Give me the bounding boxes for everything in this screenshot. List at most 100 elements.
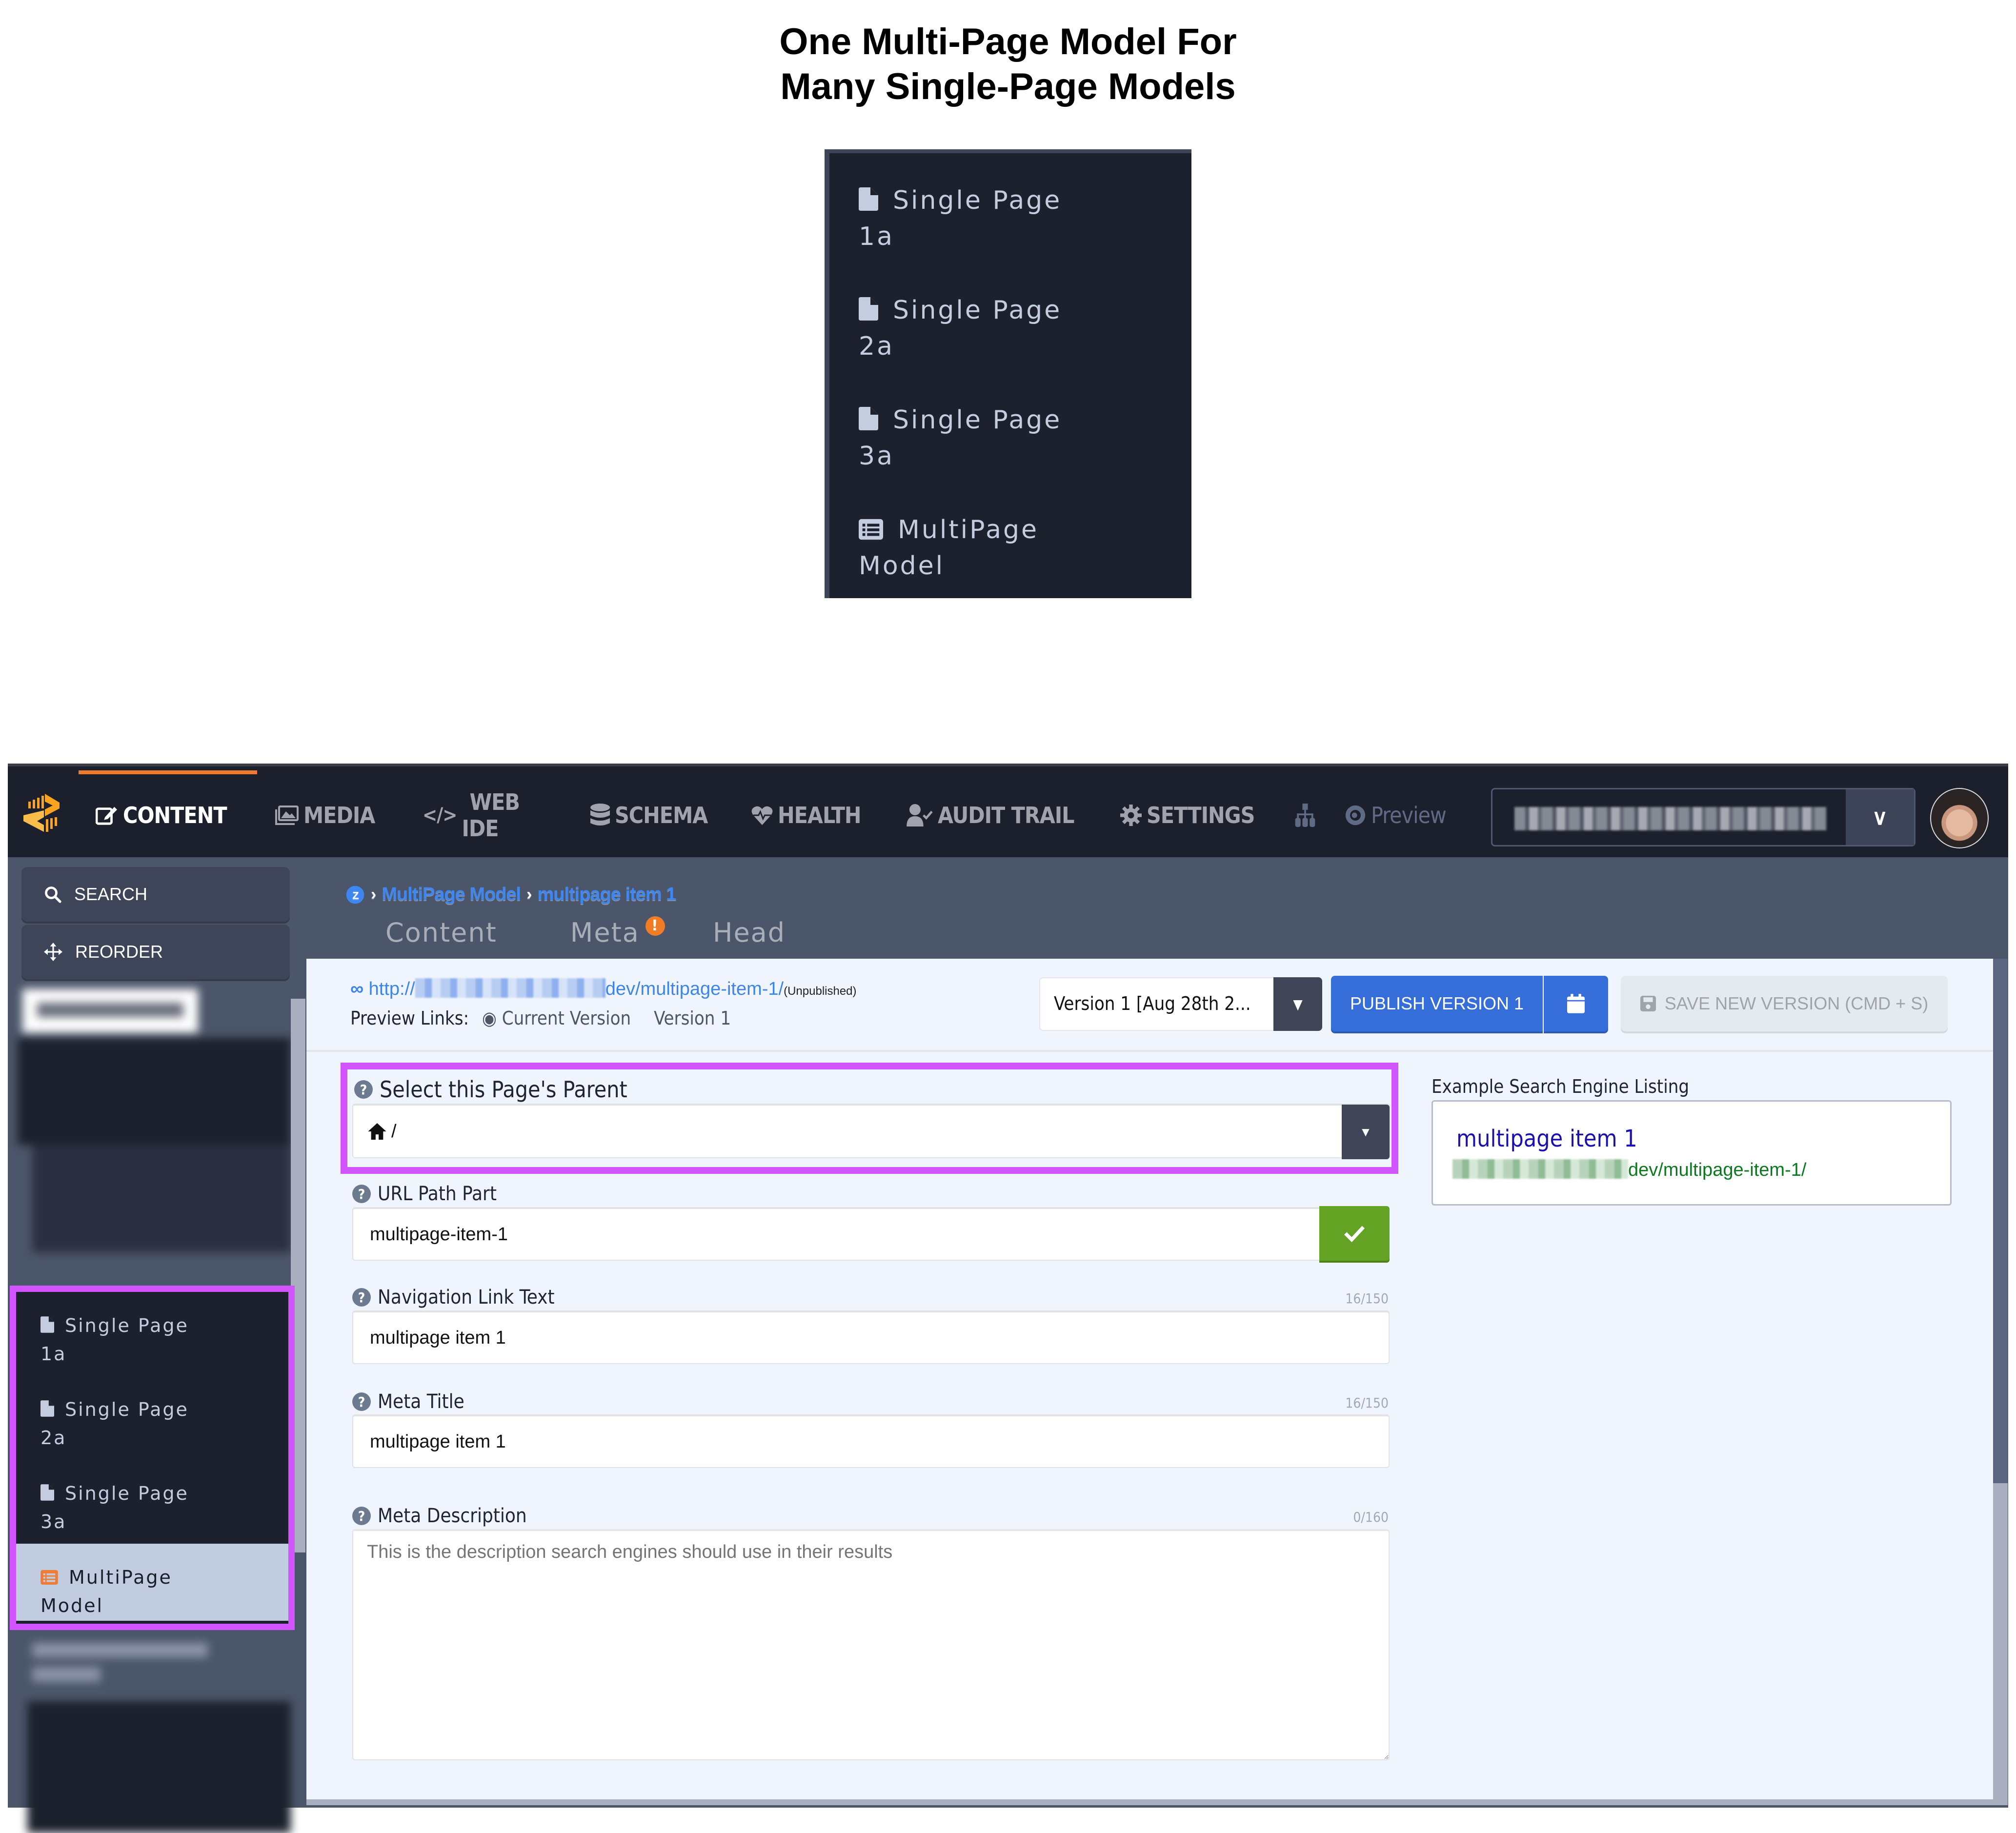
illustration-nav: Single Page 1a Single Page 2a Single Page 3…: [825, 149, 1191, 598]
headline-line-1: One Multi-Page Model For: [779, 21, 1237, 62]
nav-content[interactable]: CONTENT: [96, 796, 227, 835]
nav-sitemap[interactable]: [1294, 796, 1316, 835]
version-select[interactable]: Version 1 [Aug 28th 2... ▼: [1039, 977, 1322, 1031]
eye-icon: [1345, 805, 1366, 826]
seo-preview-title: multipage item 1: [1456, 1125, 1637, 1152]
nav-media[interactable]: MEDIA: [275, 796, 375, 835]
tab-meta[interactable]: Meta!: [570, 916, 665, 948]
nav-item-sublabel: 2a: [40, 1427, 67, 1449]
url-path-field-label: ? URL Path Part: [352, 1183, 497, 1205]
nav-text-field-label: ? Navigation Link Text: [352, 1286, 555, 1309]
meta-description-textarea[interactable]: [352, 1529, 1390, 1760]
breadcrumb: Z › MultiPage Model › multipage item 1: [345, 884, 676, 905]
nav-item-label: Single Page: [65, 1483, 189, 1504]
active-tab-indicator: [79, 770, 257, 774]
preview-links: Preview Links: ◉ Current Version Version…: [350, 1007, 731, 1029]
nav-text-input[interactable]: multipage item 1: [352, 1310, 1390, 1364]
caret-down-icon[interactable]: ▼: [1342, 1105, 1390, 1159]
illustration-item-label: Single Page: [893, 186, 1062, 215]
instance-selector[interactable]: ∨: [1491, 788, 1915, 846]
blurred-nav-section-lower: [18, 1638, 291, 1833]
zesty-home-icon[interactable]: Z: [345, 885, 365, 905]
nav-settings[interactable]: SETTINGS: [1120, 796, 1255, 835]
avatar[interactable]: [1930, 788, 1989, 848]
nav-text-counter: 16/150: [1345, 1290, 1389, 1307]
chevron-down-icon[interactable]: ∨: [1846, 789, 1914, 845]
parent-field-label: ? Select this Page's Parent: [354, 1076, 627, 1103]
seo-url-suffix: dev/multipage-item-1/: [1628, 1160, 1807, 1180]
schedule-publish-button[interactable]: [1544, 976, 1608, 1031]
url-prefix: http://: [368, 979, 415, 999]
zesty-logo-icon[interactable]: [20, 794, 63, 833]
eye-icon: ◉: [482, 1007, 497, 1029]
parent-select[interactable]: / ▼: [352, 1104, 1391, 1159]
meta-description-counter: 0/160: [1353, 1509, 1389, 1525]
file-icon: [40, 1400, 54, 1417]
nav-item-label: Single Page: [65, 1399, 189, 1420]
nav-web-ide[interactable]: </> WEB IDE: [423, 786, 520, 845]
help-icon[interactable]: ?: [352, 1185, 371, 1203]
live-url[interactable]: ∞ http:// dev/multipage-item-1/(Unpublish…: [350, 978, 857, 1000]
reorder-label: REORDER: [75, 942, 163, 962]
nav-item-single-page-1a[interactable]: Single Page 1a: [16, 1292, 288, 1376]
file-icon: [40, 1484, 54, 1501]
url-path-valid-button[interactable]: [1319, 1206, 1390, 1261]
divider: [306, 1050, 1999, 1052]
nav-media-label: MEDIA: [303, 802, 375, 828]
nav-audit-trail-label: AUDIT TRAIL: [938, 802, 1074, 828]
nav-settings-label: SETTINGS: [1147, 802, 1255, 828]
nav-item-single-page-2a[interactable]: Single Page 2a: [16, 1376, 288, 1460]
nav-content-label: CONTENT: [123, 802, 227, 828]
code-icon: </>: [423, 804, 457, 826]
nav-item-single-page-3a[interactable]: Single Page 3a: [16, 1460, 288, 1544]
content-nav-list: Single Page 1a Single Page 2a Single Page 3…: [10, 1286, 295, 1630]
save-icon: [1640, 996, 1656, 1011]
list-icon: [859, 519, 883, 540]
list-icon: [40, 1570, 58, 1585]
nav-item-multipage-model[interactable]: MultiPage Model: [16, 1544, 288, 1621]
save-new-version-button[interactable]: SAVE NEW VERSION (CMD + S): [1621, 976, 1948, 1031]
breadcrumb-item[interactable]: multipage item 1: [537, 884, 676, 905]
help-icon[interactable]: ?: [352, 1288, 371, 1307]
headline-line-2: Many Single-Page Models: [780, 66, 1236, 107]
help-icon[interactable]: ?: [354, 1080, 373, 1099]
breadcrumb-model[interactable]: MultiPage Model: [382, 884, 521, 905]
check-icon: [1344, 1226, 1365, 1243]
instance-name: [1514, 807, 1827, 830]
nav-schema-label: SCHEMA: [615, 802, 708, 828]
nav-schema[interactable]: SCHEMA: [590, 796, 708, 835]
chevron-right-icon: ›: [526, 885, 532, 904]
url-path-input[interactable]: multipage-item-1: [352, 1207, 1321, 1261]
nav-health[interactable]: HEALTH: [751, 796, 862, 835]
tab-content[interactable]: Content: [385, 917, 497, 948]
nav-preview-label: Preview: [1371, 802, 1447, 828]
nav-preview[interactable]: Preview: [1345, 796, 1447, 835]
file-icon: [859, 297, 878, 321]
illustration-item-label: Single Page: [893, 405, 1062, 435]
svg-text:Z: Z: [352, 889, 359, 901]
url-suffix: dev/multipage-item-1/: [605, 979, 784, 999]
blurred-nav-section: [18, 984, 291, 1287]
caret-down-icon[interactable]: ▼: [1273, 977, 1322, 1031]
search-button[interactable]: SEARCH: [21, 867, 290, 922]
nav-audit-trail[interactable]: AUDIT TRAIL: [907, 796, 1074, 835]
illustration-item: Single Page 2a: [829, 263, 1191, 373]
home-icon: [368, 1123, 386, 1140]
tab-head[interactable]: Head: [713, 917, 786, 948]
preview-version-link[interactable]: Version 1: [654, 1007, 731, 1029]
scrollbar-thumb[interactable]: [1993, 1483, 2008, 1805]
main-scrollbar[interactable]: [1993, 959, 2008, 1805]
reorder-button[interactable]: REORDER: [21, 925, 290, 979]
preview-current-version-link[interactable]: ◉ Current Version: [482, 1007, 631, 1029]
file-icon: [859, 407, 878, 430]
sidebar: SEARCH REORDER Single Page 1a Single Page…: [8, 857, 305, 1833]
nav-web-ide-label-1: WEB: [469, 789, 520, 815]
tab-meta-label: Meta: [570, 917, 640, 948]
meta-title-label-text: Meta Title: [378, 1390, 464, 1413]
nav-item-label: Single Page: [65, 1315, 189, 1336]
seo-preview-card: multipage item 1 dev/multipage-item-1/: [1431, 1100, 1952, 1206]
help-icon[interactable]: ?: [352, 1507, 371, 1525]
help-icon[interactable]: ?: [352, 1392, 371, 1411]
publish-button[interactable]: PUBLISH VERSION 1: [1331, 976, 1543, 1031]
meta-title-input[interactable]: multipage item 1: [352, 1414, 1390, 1468]
